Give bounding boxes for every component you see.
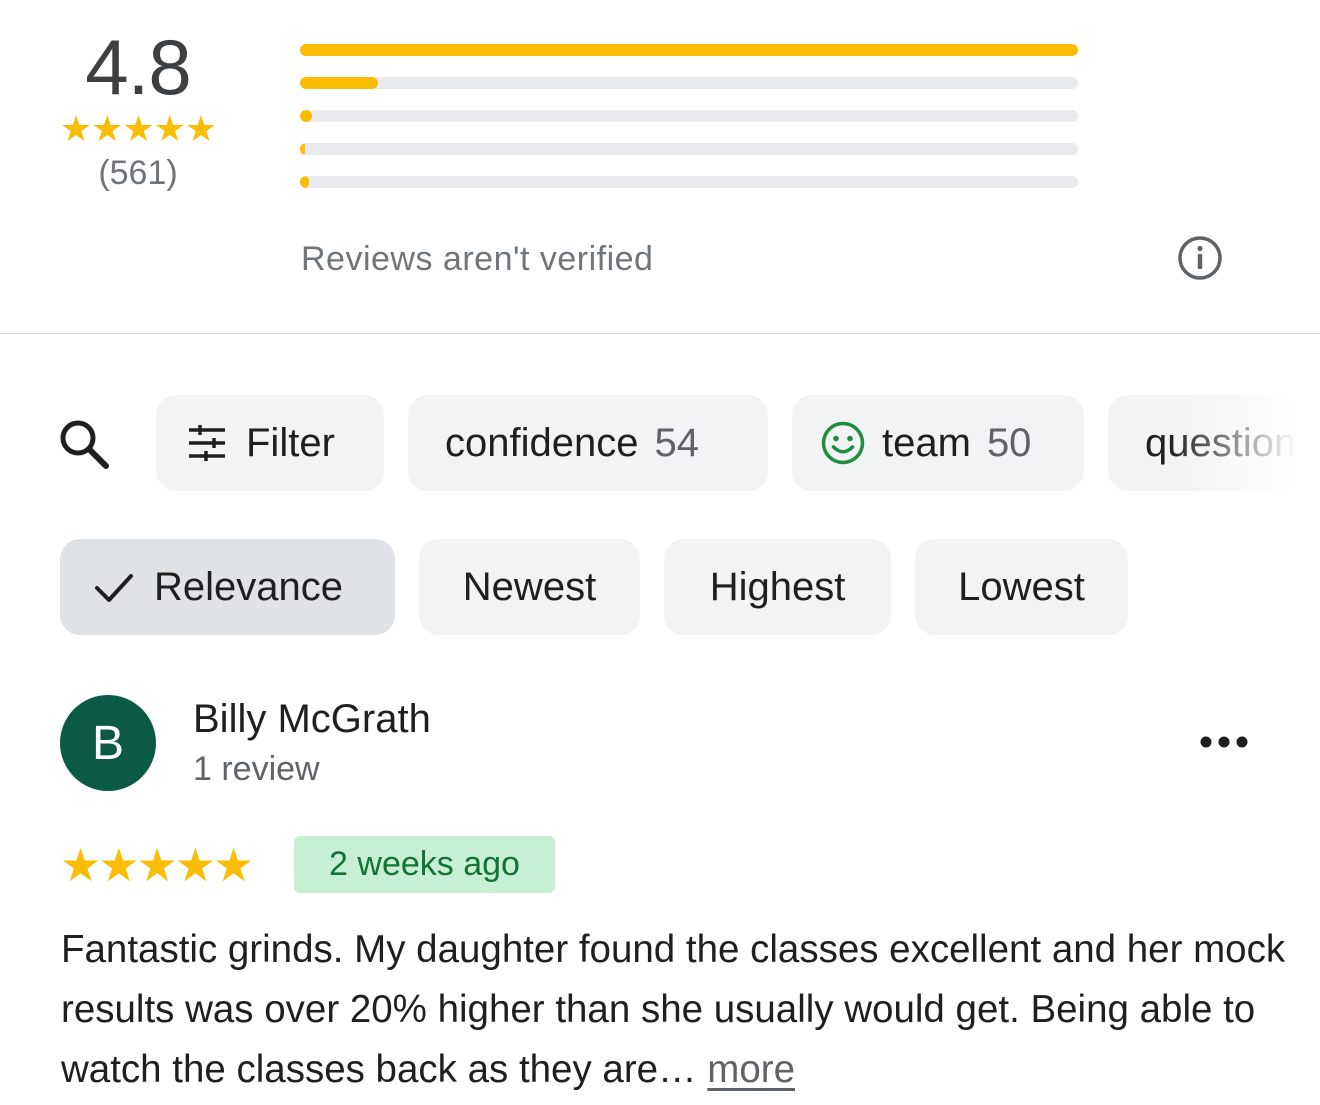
topic-chip-team[interactable]: team 50	[792, 395, 1084, 491]
rating-bar-fill	[300, 44, 1078, 56]
average-rating: 4.8	[85, 23, 191, 111]
rating-bar-4[interactable]	[300, 77, 1078, 89]
topic-chip-confidence[interactable]: confidence 54	[408, 395, 768, 491]
review-text: Fantastic grinds. My daughter found the …	[61, 920, 1291, 1100]
sort-relevance-button[interactable]: Relevance	[60, 539, 395, 635]
rating-bar-fill	[300, 143, 305, 155]
more-options-icon[interactable]	[1196, 726, 1252, 758]
section-divider	[0, 333, 1320, 334]
more-link[interactable]: more	[707, 1048, 795, 1091]
avatar[interactable]: B	[60, 695, 156, 791]
rating-distribution	[300, 44, 1078, 209]
filter-label: Filter	[246, 420, 335, 465]
review-author-count: 1 review	[193, 750, 320, 788]
review-stars: ★★★★★	[60, 839, 254, 891]
topic-chip-label: team	[882, 420, 971, 465]
unverified-disclaimer: Reviews aren't verified	[301, 240, 654, 278]
sort-highest-button[interactable]: Highest	[664, 539, 891, 635]
review-time-badge: 2 weeks ago	[294, 836, 555, 893]
review-count[interactable]: (561)	[48, 154, 228, 193]
rating-bar-3[interactable]	[300, 110, 1078, 122]
topic-chip-count: 54	[654, 420, 699, 465]
review-body: Fantastic grinds. My daughter found the …	[61, 928, 1286, 1091]
smiley-icon	[821, 421, 865, 465]
rating-bar-1[interactable]	[300, 176, 1078, 188]
rating-bar-fill	[300, 176, 310, 188]
rating-bar-fill	[300, 77, 378, 89]
checkmark-icon	[95, 574, 133, 602]
sort-label: Highest	[709, 564, 846, 609]
sort-label: Lowest	[958, 564, 1085, 609]
topic-chip-label: confidence	[445, 420, 639, 465]
filter-sliders-icon	[189, 425, 225, 461]
sort-label: Relevance	[154, 564, 344, 609]
rating-summary: 4.8 ★★★★★ (561) Reviews aren't verified	[0, 0, 1320, 334]
rating-bar-2[interactable]	[300, 143, 1078, 155]
rating-bar-fill	[300, 110, 312, 122]
sort-newest-button[interactable]: Newest	[419, 539, 640, 635]
average-stars: ★★★★★	[59, 108, 217, 149]
search-icon[interactable]	[54, 414, 114, 474]
topic-chip-count: 50	[986, 420, 1032, 465]
filter-button[interactable]: Filter	[156, 395, 384, 491]
sort-lowest-button[interactable]: Lowest	[915, 539, 1128, 635]
info-icon[interactable]	[1176, 234, 1224, 282]
scroll-fade	[1170, 380, 1320, 510]
rating-bar-5[interactable]	[300, 44, 1078, 56]
sort-label: Newest	[462, 564, 597, 609]
review-author-name[interactable]: Billy McGrath	[193, 697, 431, 742]
